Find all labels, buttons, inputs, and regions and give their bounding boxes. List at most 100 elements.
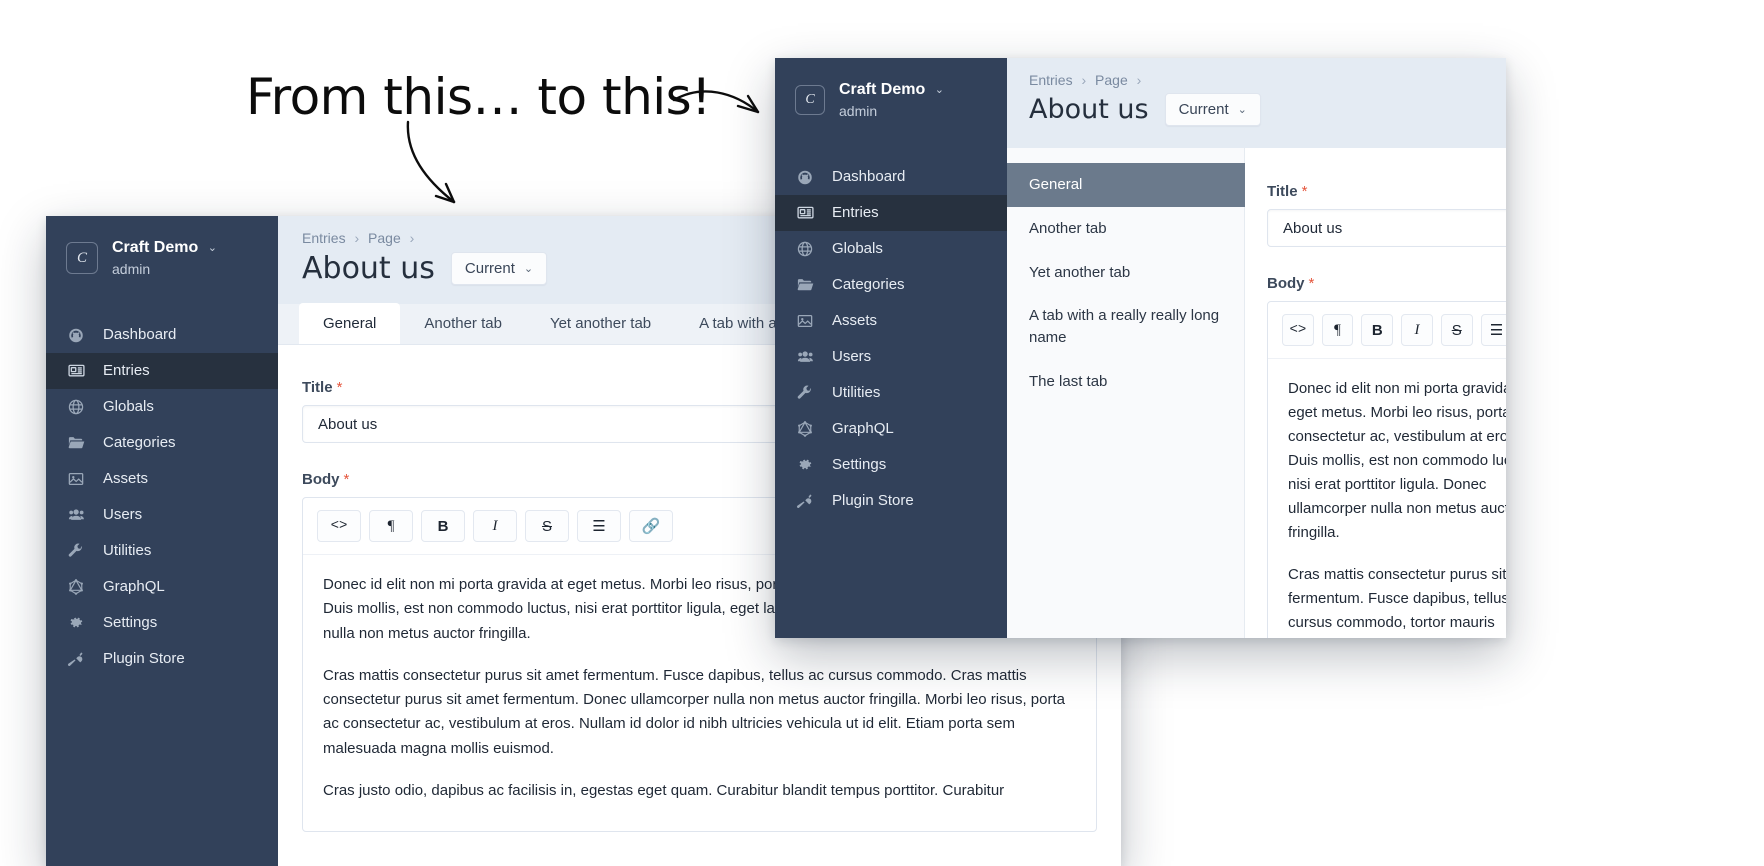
breadcrumb-separator-icon: › xyxy=(1081,72,1087,88)
breadcrumb-item-entries[interactable]: Entries xyxy=(1029,72,1073,88)
chevron-down-icon[interactable]: ⌄ xyxy=(208,242,217,256)
sidebar-item-label: Utilities xyxy=(832,384,881,401)
wrench-icon xyxy=(795,383,815,403)
sidebar-item-users[interactable]: Users xyxy=(775,339,1007,375)
plug-icon xyxy=(66,649,86,669)
sidebar-item-dashboard[interactable]: Dashboard xyxy=(46,317,278,353)
folder-icon xyxy=(66,433,86,453)
code-icon[interactable]: <> xyxy=(1282,314,1314,346)
vertical-tab-yet-another-tab[interactable]: Yet another tab xyxy=(1007,251,1245,295)
sidebar-item-label: Dashboard xyxy=(832,168,906,185)
italic-icon[interactable]: I xyxy=(473,510,517,542)
brand-name: Craft Demo xyxy=(839,81,926,98)
image-icon xyxy=(795,311,815,331)
sidebar-item-label: Settings xyxy=(832,456,887,473)
sidebar-item-entries[interactable]: Entries xyxy=(775,194,1007,231)
required-asterisk: * xyxy=(1308,275,1315,292)
current-user-label: admin xyxy=(839,103,878,119)
tab-another-tab[interactable]: Another tab xyxy=(400,303,526,344)
paragraph-icon[interactable]: ¶ xyxy=(369,510,413,542)
sidebar-item-dashboard[interactable]: Dashboard xyxy=(775,159,1007,195)
body-field-label: Body * xyxy=(1267,275,1506,292)
sidebar-item-label: Assets xyxy=(832,312,878,329)
sidebar-item-categories[interactable]: Categories xyxy=(775,267,1007,303)
bullet-list-icon[interactable]: ☰ xyxy=(577,510,621,542)
sidebar-item-settings[interactable]: Settings xyxy=(46,605,278,641)
plug-icon xyxy=(795,491,815,511)
sidebar-item-assets[interactable]: Assets xyxy=(775,303,1007,339)
body-paragraph: Donec id elit non mi porta gravida at eg… xyxy=(1288,380,1506,541)
sidebar-item-label: Categories xyxy=(103,434,176,451)
sidebar-item-globals[interactable]: Globals xyxy=(46,389,278,425)
italic-icon[interactable]: I xyxy=(1401,314,1433,346)
sidebar-nav: Dashboard Entries Globals Categories Assets U… xyxy=(775,159,1007,519)
strikethrough-icon[interactable]: S xyxy=(525,510,569,542)
required-asterisk: * xyxy=(336,379,343,396)
body-paragraph: Cras justo odio, dapibus ac facilisis in… xyxy=(323,782,1005,800)
strikethrough-icon[interactable]: S xyxy=(1440,314,1473,346)
title-field-label: Title * xyxy=(1267,183,1506,200)
link-icon[interactable]: 🔗 xyxy=(629,510,673,542)
breadcrumb-item-page[interactable]: Page xyxy=(368,230,401,246)
sidebar-item-label: Settings xyxy=(103,614,158,631)
sidebar-item-label: GraphQL xyxy=(103,578,165,595)
code-icon[interactable]: <> xyxy=(317,510,361,542)
sidebar-nav: Dashboard Entries Globals Categories Assets U… xyxy=(46,317,278,677)
gear-icon xyxy=(66,613,86,633)
sidebar-item-utilities[interactable]: Utilities xyxy=(775,375,1007,411)
title-input[interactable]: About us xyxy=(1267,209,1506,247)
title-label-text: Title xyxy=(1267,183,1298,200)
sidebar-item-label: Categories xyxy=(832,276,905,293)
sidebar-item-globals[interactable]: Globals xyxy=(775,231,1007,267)
responsive-window: C Craft Demo ⌄ admin Dashboard Entries Glo… xyxy=(775,58,1506,638)
sidebar-item-label: Users xyxy=(103,506,143,523)
chevron-down-icon[interactable]: ⌄ xyxy=(935,84,944,98)
globe-icon xyxy=(795,239,815,259)
vertical-tab-a-tab-with-a-really-really-long-name[interactable]: A tab with a really really long name xyxy=(1007,294,1245,360)
bullet-list-icon[interactable]: ☰ xyxy=(1480,314,1506,346)
body-label-text: Body xyxy=(1267,275,1305,292)
bold-icon[interactable]: B xyxy=(421,510,465,542)
sidebar-item-graphql[interactable]: GraphQL xyxy=(775,411,1007,447)
bold-icon[interactable]: B xyxy=(1361,314,1394,346)
responsive-sidebar: C Craft Demo ⌄ admin Dashboard Entries Glo… xyxy=(775,58,1007,638)
editor-content[interactable]: Donec id elit non mi porta gravida at eg… xyxy=(1268,359,1506,638)
vertical-tab-general[interactable]: General xyxy=(1007,163,1245,207)
revision-dropdown-button[interactable]: Current ⌄ xyxy=(1164,93,1261,126)
title-field-block: Title * About us xyxy=(1267,183,1506,247)
brand-block[interactable]: C Craft Demo ⌄ admin xyxy=(46,216,278,279)
sidebar-item-label: Assets xyxy=(103,470,149,487)
title-label-text: Title xyxy=(302,379,333,396)
body-label-text: Body xyxy=(302,471,340,488)
globe-icon xyxy=(66,397,86,417)
body-field-block: Body* <>¶BIS☰🔗 Donec id elit non mi port… xyxy=(1267,275,1506,638)
sidebar-item-users[interactable]: Users xyxy=(46,497,278,533)
vertical-tab-the-last-tab[interactable]: The last tab xyxy=(1007,360,1245,404)
tab-general[interactable]: General xyxy=(299,303,401,344)
dashboard-gauge-icon xyxy=(795,167,815,187)
sidebar-item-assets[interactable]: Assets xyxy=(46,461,278,497)
vertical-tab-another-tab[interactable]: Another tab xyxy=(1007,207,1245,251)
sidebar-item-label: Entries xyxy=(103,362,150,379)
sidebar-item-plugin-store[interactable]: Plugin Store xyxy=(46,641,278,677)
required-asterisk: * xyxy=(343,471,350,488)
breadcrumb-item-entries[interactable]: Entries xyxy=(302,230,346,246)
tab-yet-another-tab[interactable]: Yet another tab xyxy=(526,303,675,344)
sidebar-item-graphql[interactable]: GraphQL xyxy=(46,569,278,605)
paragraph-icon[interactable]: ¶ xyxy=(1321,314,1354,346)
brand-name: Craft Demo xyxy=(112,239,199,256)
users-icon xyxy=(66,505,86,525)
sidebar-item-utilities[interactable]: Utilities xyxy=(46,533,278,569)
sidebar-item-settings[interactable]: Settings xyxy=(775,447,1007,483)
sidebar-item-plugin-store[interactable]: Plugin Store xyxy=(775,483,1007,519)
chevron-down-icon: ⌄ xyxy=(1237,104,1247,116)
gear-icon xyxy=(795,455,815,475)
brand-block[interactable]: C Craft Demo ⌄ admin xyxy=(775,58,1007,121)
body-paragraph: Cras mattis consectetur purus sit amet f… xyxy=(1288,566,1506,631)
sidebar-item-categories[interactable]: Categories xyxy=(46,425,278,461)
sidebar-item-label: Plugin Store xyxy=(832,492,914,509)
breadcrumb-item-page[interactable]: Page xyxy=(1095,72,1128,88)
revision-dropdown-button[interactable]: Current ⌄ xyxy=(450,252,548,285)
sidebar-item-entries[interactable]: Entries xyxy=(46,352,278,389)
arrow-to-down-icon xyxy=(406,120,456,204)
